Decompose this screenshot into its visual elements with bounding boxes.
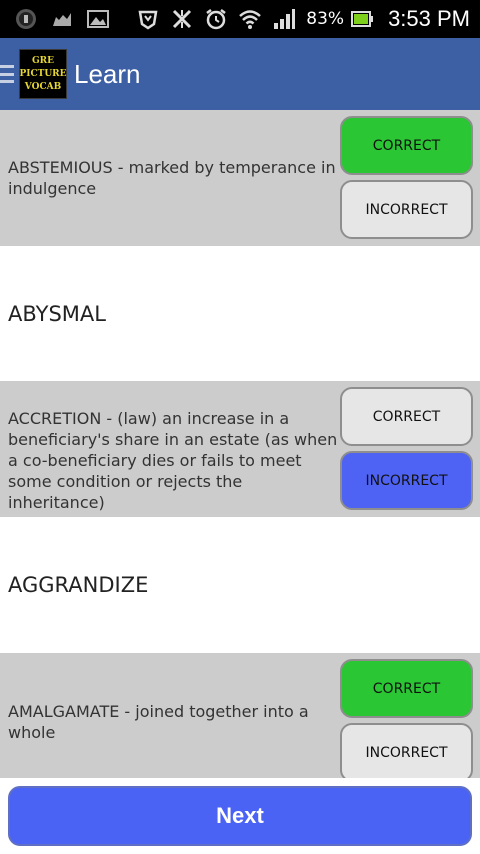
next-button[interactable]: Next — [8, 786, 472, 846]
status-bar: 83% 3:53 PM — [0, 0, 480, 38]
word-definition: ACCRETION - (law) an increase in a benef… — [8, 409, 338, 512]
signal-icon — [272, 7, 296, 31]
word-definition: ABSTEMIOUS - marked by temperance in ind… — [8, 158, 336, 198]
word-list[interactable]: ABSTEMIOUS - marked by temperance in ind… — [0, 110, 480, 778]
alarm-icon — [204, 7, 228, 31]
incorrect-button[interactable]: INCORRECT — [340, 451, 473, 510]
drawer-menu-icon[interactable] — [0, 61, 16, 87]
list-item[interactable]: ABYSMAL — [0, 246, 480, 381]
word-term: ABYSMAL — [8, 302, 106, 326]
correct-button[interactable]: CORRECT — [340, 116, 473, 175]
logo-line-2: PICTURE — [19, 68, 67, 79]
wifi-icon — [238, 7, 262, 31]
image-icon — [86, 7, 110, 31]
list-item: ABSTEMIOUS - marked by temperance in ind… — [0, 110, 480, 246]
list-item: AMALGAMATE - joined together into a whol… — [0, 653, 480, 778]
action-bar: GRE PICTURE VOCAB Learn — [0, 38, 480, 110]
battery-percent: 83% — [306, 9, 345, 29]
word-definition: AMALGAMATE - joined together into a whol… — [8, 702, 309, 742]
network-off-icon — [170, 7, 194, 31]
incorrect-button[interactable]: INCORRECT — [340, 723, 473, 778]
list-item: ACCRETION - (law) an increase in a benef… — [0, 381, 480, 517]
vpn-icon — [136, 7, 160, 31]
logo-line-1: GRE — [31, 55, 55, 66]
incorrect-button[interactable]: INCORRECT — [340, 180, 473, 239]
page-title: Learn — [74, 58, 141, 89]
cat-icon — [50, 7, 74, 31]
status-clock: 3:53 PM — [388, 6, 470, 31]
usb-debug-icon — [14, 7, 38, 31]
logo-line-3: VOCAB — [24, 81, 62, 92]
correct-button[interactable]: CORRECT — [340, 659, 473, 718]
word-term: AGGRANDIZE — [8, 573, 149, 597]
footer: Next — [0, 778, 480, 854]
app-logo[interactable]: GRE PICTURE VOCAB — [19, 49, 67, 99]
list-item[interactable]: AGGRANDIZE — [0, 517, 480, 653]
correct-button[interactable]: CORRECT — [340, 387, 473, 446]
battery-icon — [350, 7, 374, 31]
